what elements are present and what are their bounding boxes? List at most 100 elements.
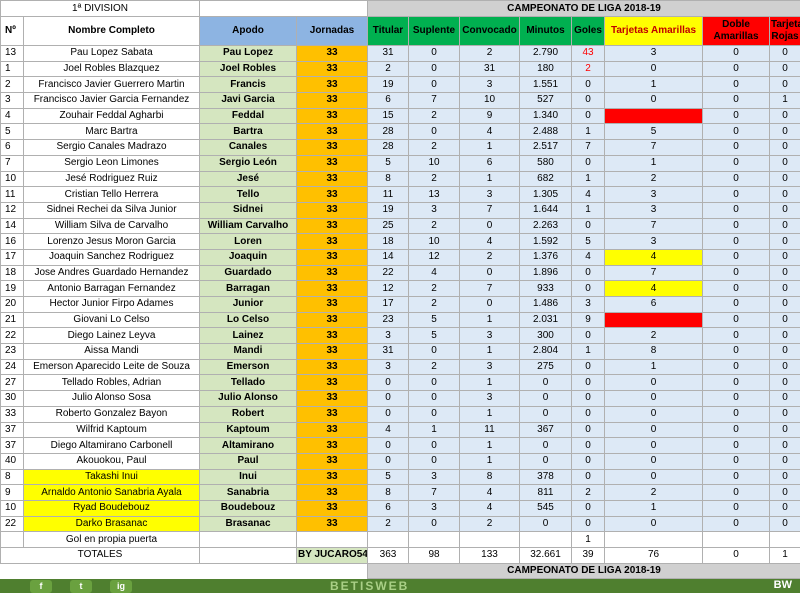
row-amarillas: 1 — [604, 154, 703, 172]
row-name: Cristian Tello Herrera — [23, 186, 200, 203]
row-apodo: Boudebouz — [199, 499, 297, 517]
own-goal-label: Gol en propia puerta — [23, 531, 200, 548]
row-doble: 0 — [702, 45, 770, 62]
row-convocado: 0 — [459, 217, 520, 235]
row-doble: 0 — [702, 405, 770, 423]
row-minutos: 811 — [519, 484, 572, 501]
row-titular: 2 — [367, 60, 409, 78]
row-convocado: 1 — [459, 437, 520, 454]
row-minutos: 1.644 — [519, 201, 572, 219]
row-amarillas: 2 — [604, 327, 703, 345]
row-amarillas: 0 — [604, 515, 703, 533]
row-name: Lorenzo Jesus Moron Garcia — [23, 233, 200, 250]
row-num: 10 — [0, 499, 24, 517]
row-name: William Silva de Carvalho — [23, 217, 200, 235]
row-minutos: 545 — [519, 499, 572, 517]
row-apodo: Joaquin — [199, 248, 297, 266]
row-minutos: 275 — [519, 358, 572, 376]
row-suplente: 2 — [408, 280, 460, 297]
row-doble: 0 — [702, 296, 770, 313]
row-num: 6 — [0, 139, 24, 156]
row-rojas: 0 — [769, 186, 800, 203]
row-rojas: 0 — [769, 60, 800, 78]
own-goal-blank — [519, 531, 572, 548]
row-name: Emerson Aparecido Leite de Souza — [23, 358, 200, 376]
row-num: 22 — [0, 327, 24, 345]
campeonato-footer: CAMPEONATO DE LIGA 2018-19 — [367, 562, 800, 580]
row-name: Zouhair Feddal Agharbi — [23, 107, 200, 125]
row-suplente: 0 — [408, 60, 460, 78]
row-amarillas: 0 — [604, 92, 703, 109]
own-goal-blank — [199, 531, 297, 548]
totals-c: 133 — [459, 547, 520, 564]
row-doble: 0 — [702, 374, 770, 392]
row-amarillas: 7 — [604, 139, 703, 156]
row-titular: 0 — [367, 437, 409, 454]
row-amarillas: 3 — [604, 45, 703, 62]
totals-da: 0 — [702, 547, 770, 564]
totals-ta: 76 — [604, 547, 703, 564]
row-apodo: Francis — [199, 76, 297, 94]
row-rojas: 0 — [769, 264, 800, 282]
table-row: 23 Aissa Mandi Mandi 33 31 0 1 2.804 1 8 0 0 — [0, 343, 800, 360]
twitter-icon[interactable]: t — [70, 580, 92, 593]
row-num: 2 — [0, 76, 24, 94]
row-name: Joaquin Sanchez Rodriguez — [23, 248, 200, 266]
row-minutos: 0 — [519, 390, 572, 407]
table-row: 11 Cristian Tello Herrera Tello 33 11 13 3 1.30… — [0, 186, 800, 203]
row-titular: 22 — [367, 264, 409, 282]
row-amarillas: 4 — [604, 280, 703, 297]
table-row: 5 Marc Bartra Bartra 33 28 0 4 2.488 1 5 0 0 — [0, 123, 800, 141]
row-convocado: 4 — [459, 123, 520, 141]
own-goal-blank — [459, 531, 520, 548]
row-num: 10 — [0, 170, 24, 188]
row-goles: 1 — [571, 201, 605, 219]
row-titular: 18 — [367, 233, 409, 250]
row-rojas: 0 — [769, 248, 800, 266]
row-amarillas: 6 — [604, 296, 703, 313]
row-goles: 0 — [571, 154, 605, 172]
row-apodo: Emerson — [199, 358, 297, 376]
row-jornadas: 33 — [296, 421, 368, 439]
row-titular: 23 — [367, 311, 409, 329]
instagram-icon[interactable]: ig — [110, 580, 132, 593]
row-titular: 0 — [367, 405, 409, 423]
row-doble: 0 — [702, 201, 770, 219]
row-jornadas: 33 — [296, 452, 368, 470]
row-num: 18 — [0, 264, 24, 282]
row-name: Arnaldo Antonio Sanabria Ayala — [23, 484, 200, 501]
facebook-icon[interactable]: f — [30, 580, 52, 593]
row-goles: 0 — [571, 468, 605, 486]
row-suplente: 2 — [408, 107, 460, 125]
row-jornadas: 33 — [296, 60, 368, 78]
row-goles: 0 — [571, 499, 605, 517]
table-row: 40 Akouokou, Paul Paul 33 0 0 1 0 0 0 0 0 — [0, 452, 800, 470]
own-goal-row: Gol en propia puerta 1 — [0, 531, 800, 548]
row-num: 23 — [0, 343, 24, 360]
row-convocado: 1 — [459, 405, 520, 423]
row-suplente: 0 — [408, 343, 460, 360]
row-name: Akouokou, Paul — [23, 452, 200, 470]
row-jornadas: 33 — [296, 468, 368, 486]
row-name: Tellado Robles, Adrian — [23, 374, 200, 392]
row-name: Julio Alonso Sosa — [23, 390, 200, 407]
col-rojas: Tarjetas Rojas — [769, 16, 800, 46]
row-amarillas: 2 — [604, 484, 703, 501]
own-goal-blank — [769, 531, 800, 548]
row-minutos: 1.896 — [519, 264, 572, 282]
row-num: 16 — [0, 233, 24, 250]
row-rojas: 0 — [769, 311, 800, 329]
row-amarillas: 3 — [604, 186, 703, 203]
table-row: 19 Antonio Barragan Fernandez Barragan 33 12… — [0, 280, 800, 297]
row-goles: 1 — [571, 123, 605, 141]
row-num: 33 — [0, 405, 24, 423]
row-amarillas: 5 — [604, 311, 703, 329]
table-row: 4 Zouhair Feddal Agharbi Feddal 33 15 2 9 1.340… — [0, 107, 800, 125]
col-titular: Titular — [367, 16, 409, 46]
row-doble: 0 — [702, 139, 770, 156]
row-apodo: Sidnei — [199, 201, 297, 219]
row-rojas: 1 — [769, 92, 800, 109]
row-goles: 0 — [571, 92, 605, 109]
row-apodo: Mandi — [199, 343, 297, 360]
row-jornadas: 33 — [296, 311, 368, 329]
